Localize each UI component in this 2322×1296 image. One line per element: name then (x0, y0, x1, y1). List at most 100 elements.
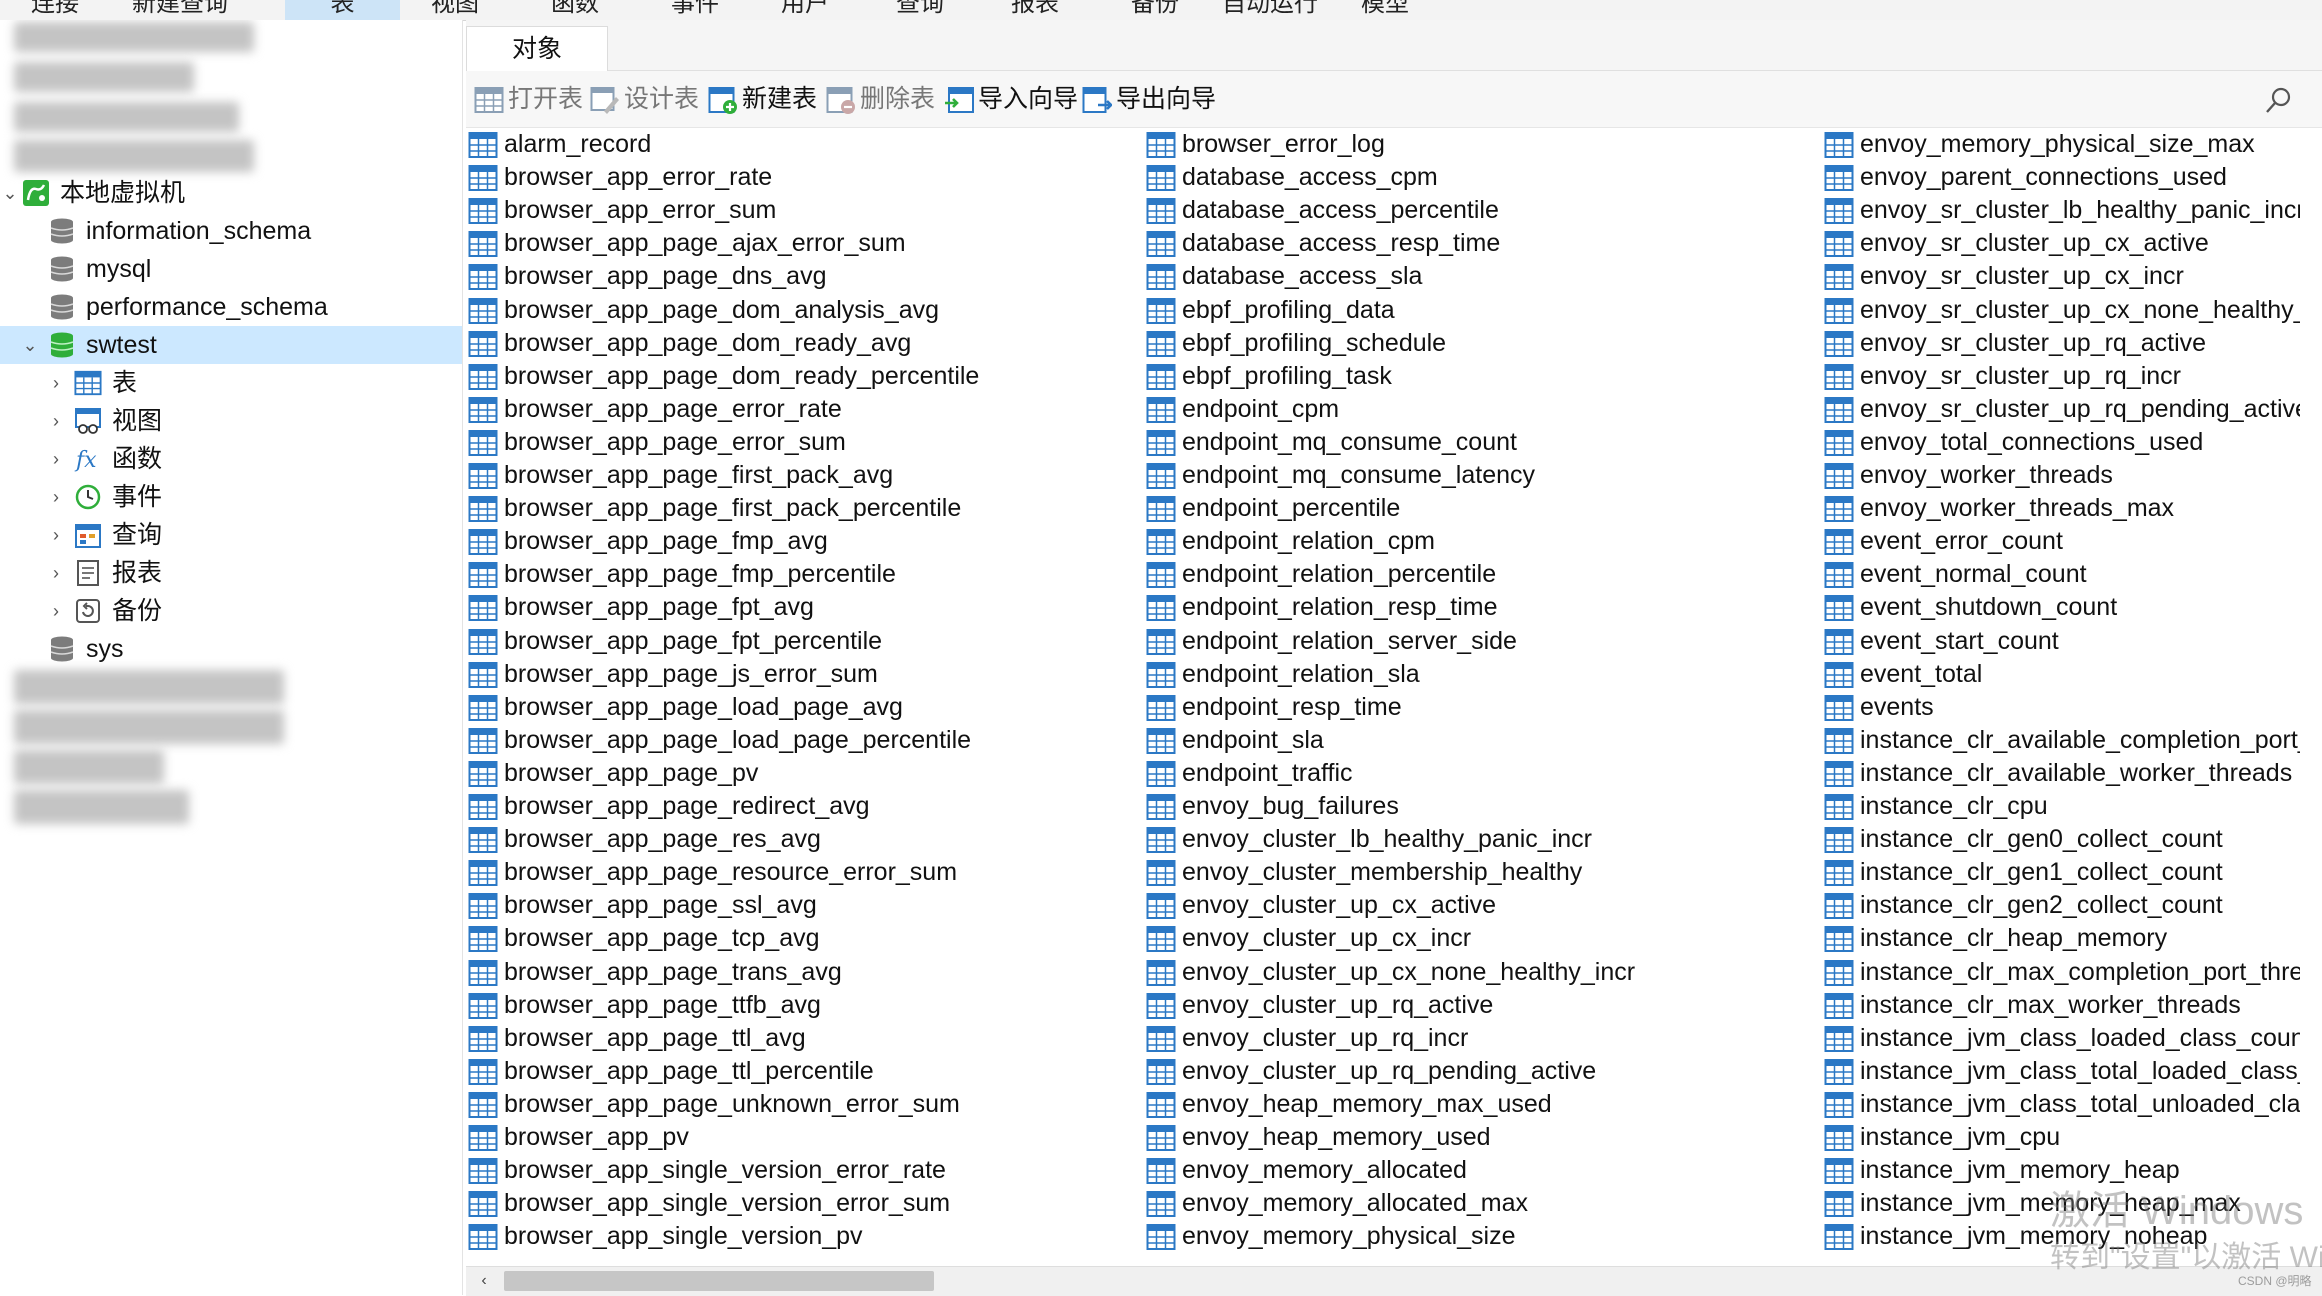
chevron-right-icon[interactable]: › (46, 402, 66, 440)
table-item[interactable]: alarm_record (468, 128, 1138, 161)
table-item[interactable]: browser_app_page_first_pack_avg (468, 459, 1138, 492)
table-item[interactable]: envoy_sr_cluster_up_cx_none_healthy_incr (1824, 294, 2300, 327)
table-item[interactable]: browser_app_page_resource_error_sum (468, 856, 1138, 889)
table-item[interactable]: browser_app_page_first_pack_percentile (468, 492, 1138, 525)
table-item[interactable]: browser_app_pv (468, 1121, 1138, 1154)
table-item[interactable]: endpoint_percentile (1146, 492, 1816, 525)
table-item[interactable]: event_shutdown_count (1824, 591, 2300, 624)
table-item[interactable]: envoy_sr_cluster_lb_healthy_panic_incr (1824, 194, 2300, 227)
menu-reports[interactable]: 报表 (1000, 0, 1070, 20)
delete-table-button[interactable]: 删除表 (826, 81, 941, 117)
table-item[interactable]: envoy_cluster_up_rq_pending_active (1146, 1055, 1816, 1088)
table-item[interactable]: ebpf_profiling_task (1146, 360, 1816, 393)
table-item[interactable]: browser_app_page_tcp_avg (468, 922, 1138, 955)
table-item[interactable]: envoy_memory_physical_size_max (1824, 128, 2300, 161)
table-item[interactable]: instance_clr_available_completion_port_t… (1824, 724, 2300, 757)
table-item[interactable]: envoy_total_connections_used (1824, 426, 2300, 459)
table-item[interactable]: browser_app_page_dns_avg (468, 260, 1138, 293)
table-item[interactable]: instance_clr_available_worker_threads (1824, 757, 2300, 790)
table-item[interactable]: browser_app_page_ttl_percentile (468, 1055, 1138, 1088)
table-item[interactable]: browser_app_page_res_avg (468, 823, 1138, 856)
table-item[interactable]: instance_jvm_memory_heap (1824, 1154, 2300, 1187)
tree-db-mysql[interactable]: mysql (0, 250, 462, 288)
table-item[interactable]: browser_app_page_fmp_avg (468, 525, 1138, 558)
table-item[interactable]: browser_app_page_dom_analysis_avg (468, 294, 1138, 327)
table-item[interactable]: envoy_heap_memory_max_used (1146, 1088, 1816, 1121)
table-item[interactable]: envoy_bug_failures (1146, 790, 1816, 823)
table-item[interactable]: envoy_sr_cluster_up_rq_active (1824, 327, 2300, 360)
table-item[interactable]: database_access_cpm (1146, 161, 1816, 194)
new-table-button[interactable]: 新建表 (708, 81, 823, 117)
table-item[interactable]: browser_app_page_ttl_avg (468, 1022, 1138, 1055)
table-item[interactable]: envoy_cluster_up_cx_none_healthy_incr (1146, 956, 1816, 989)
table-item[interactable]: endpoint_cpm (1146, 393, 1816, 426)
tree-node-views[interactable]: › 视图 (0, 402, 462, 440)
chevron-right-icon[interactable]: › (46, 592, 66, 630)
table-item[interactable]: browser_error_log (1146, 128, 1816, 161)
table-item[interactable]: envoy_cluster_up_rq_incr (1146, 1022, 1816, 1055)
table-item[interactable]: browser_app_page_unknown_error_sum (468, 1088, 1138, 1121)
table-item[interactable]: browser_app_page_load_page_percentile (468, 724, 1138, 757)
tree-db-performance-schema[interactable]: performance_schema (0, 288, 462, 326)
table-item[interactable]: database_access_percentile (1146, 194, 1816, 227)
design-table-button[interactable]: 设计表 (590, 81, 700, 117)
table-item[interactable]: envoy_sr_cluster_up_rq_incr (1824, 360, 2300, 393)
tree-node-reports[interactable]: › 报表 (0, 554, 462, 592)
table-item[interactable]: event_total (1824, 658, 2300, 691)
table-item[interactable]: endpoint_relation_cpm (1146, 525, 1816, 558)
menu-new-query[interactable]: 新建查询 (120, 0, 240, 20)
menu-views[interactable]: 视图 (420, 0, 490, 20)
table-item[interactable]: instance_clr_gen0_collect_count (1824, 823, 2300, 856)
table-item[interactable]: envoy_sr_cluster_up_cx_active (1824, 227, 2300, 260)
table-item[interactable]: envoy_memory_allocated_max (1146, 1187, 1816, 1220)
table-item[interactable]: browser_app_page_pv (468, 757, 1138, 790)
table-item[interactable]: endpoint_mq_consume_count (1146, 426, 1816, 459)
table-item[interactable]: instance_jvm_cpu (1824, 1121, 2300, 1154)
table-item[interactable]: envoy_worker_threads_max (1824, 492, 2300, 525)
table-item[interactable]: browser_app_page_trans_avg (468, 956, 1138, 989)
table-item[interactable]: endpoint_mq_consume_latency (1146, 459, 1816, 492)
table-item[interactable]: ebpf_profiling_data (1146, 294, 1816, 327)
menu-users[interactable]: 用户 (770, 0, 840, 20)
table-item[interactable]: database_access_resp_time (1146, 227, 1816, 260)
table-item[interactable]: envoy_sr_cluster_up_rq_pending_active (1824, 393, 2300, 426)
table-item[interactable]: ebpf_profiling_schedule (1146, 327, 1816, 360)
tree-db-swtest[interactable]: ⌄ swtest (0, 326, 462, 364)
table-item[interactable]: browser_app_page_dom_ready_avg (468, 327, 1138, 360)
search-icon[interactable] (2264, 85, 2294, 115)
menu-backup[interactable]: 备份 (1120, 0, 1190, 20)
table-item[interactable]: endpoint_resp_time (1146, 691, 1816, 724)
table-item[interactable]: instance_clr_max_completion_port_threads (1824, 956, 2300, 989)
table-item[interactable]: instance_jvm_memory_heap_max (1824, 1187, 2300, 1220)
tree-node-events[interactable]: › 事件 (0, 478, 462, 516)
chevron-right-icon[interactable]: › (46, 478, 66, 516)
menu-events[interactable]: 事件 (660, 0, 730, 20)
table-item[interactable]: browser_app_page_dom_ready_percentile (468, 360, 1138, 393)
table-item[interactable]: envoy_heap_memory_used (1146, 1121, 1816, 1154)
table-item[interactable]: envoy_memory_allocated (1146, 1154, 1816, 1187)
menu-queries[interactable]: 查询 (885, 0, 955, 20)
table-item[interactable]: instance_jvm_class_total_unloaded_class_… (1824, 1088, 2300, 1121)
open-table-button[interactable]: 打开表 (474, 81, 584, 117)
menu-functions[interactable]: 函数 (540, 0, 610, 20)
table-item[interactable]: browser_app_page_error_sum (468, 426, 1138, 459)
table-item[interactable]: database_access_sla (1146, 260, 1816, 293)
table-item[interactable]: endpoint_relation_percentile (1146, 558, 1816, 591)
table-item[interactable]: instance_clr_gen1_collect_count (1824, 856, 2300, 889)
export-wizard-button[interactable]: 导出向导 (1082, 81, 1217, 117)
tree-node-backups[interactable]: › 备份 (0, 592, 462, 630)
tree-connection-local-vm[interactable]: ⌄ 本地虚拟机 (0, 174, 462, 212)
table-item[interactable]: envoy_parent_connections_used (1824, 161, 2300, 194)
table-item[interactable]: endpoint_relation_sla (1146, 658, 1816, 691)
table-item[interactable]: event_error_count (1824, 525, 2300, 558)
table-item[interactable]: envoy_memory_physical_size (1146, 1220, 1816, 1253)
table-item[interactable]: browser_app_single_version_error_rate (468, 1154, 1138, 1187)
table-item[interactable]: browser_app_page_fpt_percentile (468, 625, 1138, 658)
table-item[interactable]: browser_app_single_version_error_sum (468, 1187, 1138, 1220)
chevron-right-icon[interactable]: › (46, 516, 66, 554)
table-item[interactable]: envoy_cluster_up_rq_active (1146, 989, 1816, 1022)
table-item[interactable]: instance_clr_gen2_collect_count (1824, 889, 2300, 922)
table-item[interactable]: browser_app_page_error_rate (468, 393, 1138, 426)
table-item[interactable]: instance_clr_heap_memory (1824, 922, 2300, 955)
chevron-down-icon[interactable]: ⌄ (20, 326, 40, 364)
